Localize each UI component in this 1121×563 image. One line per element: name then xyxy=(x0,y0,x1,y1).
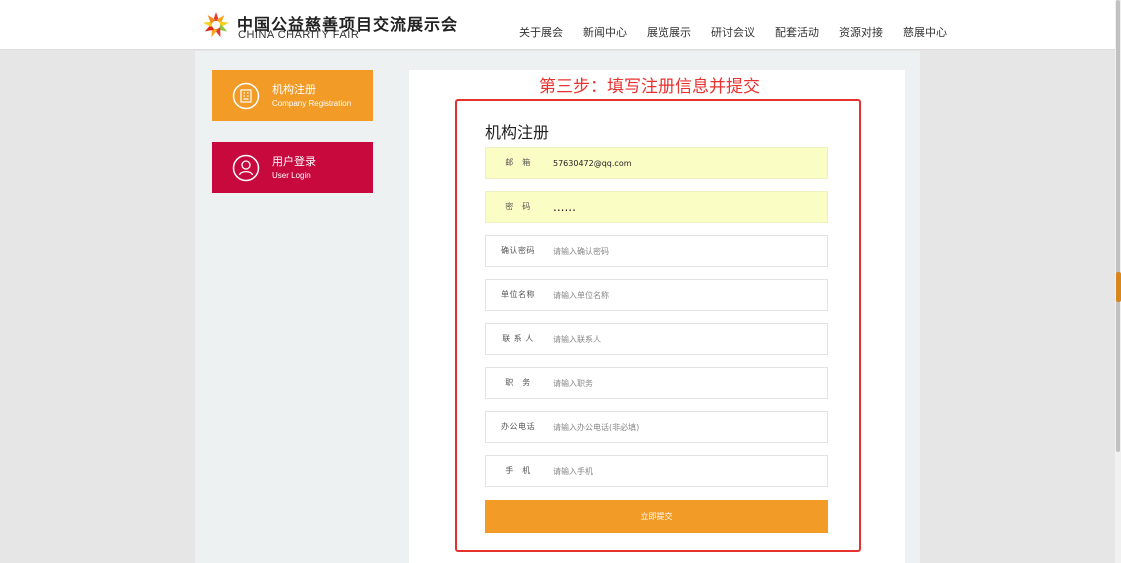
submit-button[interactable]: 立即提交 xyxy=(485,500,828,533)
field-label: 办公电话 xyxy=(501,422,535,431)
job-title-input[interactable] xyxy=(553,368,823,398)
nav-item-seminar[interactable]: 研讨会议 xyxy=(711,24,755,40)
organization-name-field: 单位名称 xyxy=(485,279,828,311)
sidebar-item-sublabel: Company Registration xyxy=(272,99,352,108)
user-icon xyxy=(232,154,260,182)
nav-item-exhibition[interactable]: 展览展示 xyxy=(647,24,691,40)
field-label: 单位名称 xyxy=(501,290,535,299)
confirm-password-input[interactable] xyxy=(553,236,823,266)
page-scrollbar[interactable] xyxy=(1115,0,1121,563)
nav-item-activities[interactable]: 配套活动 xyxy=(775,24,819,40)
brand-name-en: CHINA CHARITY FAIR xyxy=(238,29,360,41)
site-header: 中国公益慈善项目交流展示会 CHINA CHARITY FAIR 关于展会 新闻… xyxy=(0,0,1115,50)
nav-item-center[interactable]: 慈展中心 xyxy=(903,24,947,40)
building-icon xyxy=(232,82,260,110)
sidebar-item-label: 机构注册 xyxy=(272,83,316,96)
password-field: 密 码 xyxy=(485,191,828,223)
form-title: 机构注册 xyxy=(485,123,550,142)
email-field: 邮 箱 xyxy=(485,147,828,179)
contact-person-input[interactable] xyxy=(553,324,823,354)
field-label: 密 码 xyxy=(505,202,531,211)
sidebar-item-company-registration[interactable]: 机构注册 Company Registration xyxy=(212,70,373,121)
field-label: 邮 箱 xyxy=(505,158,531,167)
field-label: 手 机 xyxy=(505,466,531,475)
field-label: 职 务 xyxy=(505,378,531,387)
field-label: 确认密码 xyxy=(501,246,535,255)
nav-item-news[interactable]: 新闻中心 xyxy=(583,24,627,40)
field-label: 联 系 人 xyxy=(502,334,534,343)
office-phone-field: 办公电话 xyxy=(485,411,828,443)
sidebar-item-sublabel: User Login xyxy=(272,171,311,180)
sidebar-item-label: 用户登录 xyxy=(272,155,316,168)
organization-name-input[interactable] xyxy=(553,280,823,310)
contact-person-field: 联 系 人 xyxy=(485,323,828,355)
password-input[interactable] xyxy=(553,192,823,222)
job-title-field: 职 务 xyxy=(485,367,828,399)
main-nav: 关于展会 新闻中心 展览展示 研讨会议 配套活动 资源对接 慈展中心 xyxy=(519,24,967,40)
email-input[interactable] xyxy=(553,148,823,178)
confirm-password-field: 确认密码 xyxy=(485,235,828,267)
sidebar-item-user-login[interactable]: 用户登录 User Login xyxy=(212,142,373,193)
step-banner: 第三步：填写注册信息并提交 xyxy=(539,77,760,97)
nav-item-about[interactable]: 关于展会 xyxy=(519,24,563,40)
scroll-side-tab[interactable] xyxy=(1116,272,1121,302)
scrollbar-thumb[interactable] xyxy=(1116,0,1120,452)
mobile-input[interactable] xyxy=(553,456,823,486)
charity-fair-logo-icon[interactable] xyxy=(202,11,230,39)
nav-item-resources[interactable]: 资源对接 xyxy=(839,24,883,40)
mobile-field: 手 机 xyxy=(485,455,828,487)
office-phone-input[interactable] xyxy=(553,412,823,442)
